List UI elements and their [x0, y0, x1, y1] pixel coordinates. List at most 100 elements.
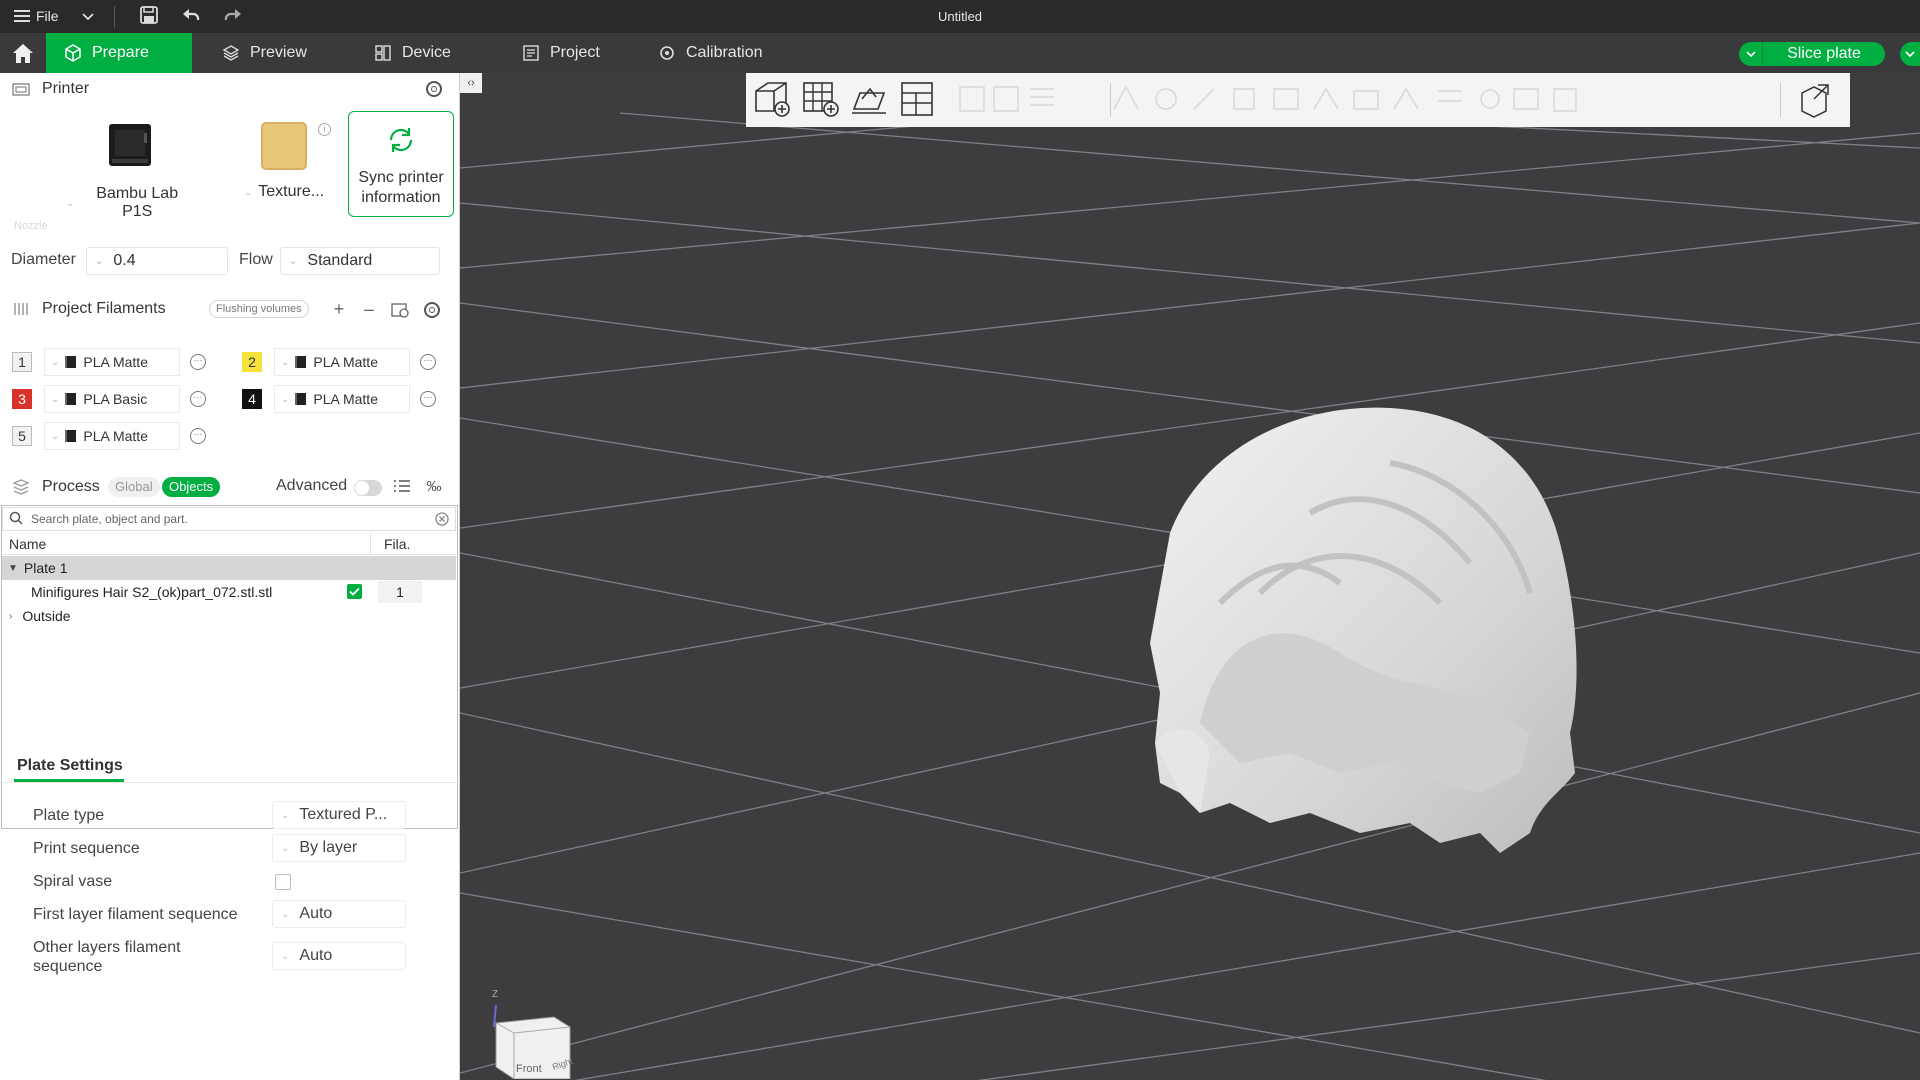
tab-calibration-label: Calibration — [686, 44, 763, 61]
filament-select-5[interactable]: ⌄ PLA Matte — [44, 422, 180, 450]
other-layers-sequence-label-line2: sequence — [33, 958, 103, 975]
advanced-label: Advanced — [276, 477, 348, 494]
filament-slot-5[interactable]: 5 ⌄ PLA Matte ⋯ — [12, 421, 206, 451]
process-icon — [12, 479, 30, 495]
filament-select-4[interactable]: ⌄ PLA Matte — [274, 385, 410, 413]
filament-slot-4[interactable]: 4 ⌄ PLA Matte ⋯ — [242, 384, 436, 414]
printer-image — [106, 121, 154, 169]
auto-orient-icon[interactable] — [848, 79, 890, 124]
printer-section-header: Printer — [0, 73, 460, 105]
other-layers-sequence-label-line1: Other layers filament — [33, 939, 181, 956]
chevron-down-icon: ⌄ — [66, 197, 75, 209]
tree-row-outside[interactable]: › Outside — [2, 604, 456, 628]
remove-filament-icon[interactable]: – — [360, 300, 378, 318]
first-layer-sequence-label: First layer filament sequence — [33, 906, 238, 923]
flow-value: Standard — [307, 252, 373, 269]
filament-sync-icon[interactable] — [390, 301, 410, 322]
chevron-down-icon: ⌄ — [281, 950, 290, 962]
object-search-field[interactable]: Search plate, object and part. — [2, 507, 456, 531]
filament-select-1[interactable]: ⌄ PLA Matte — [44, 348, 180, 376]
plate-type-selector[interactable]: i ⌄ Texture... — [234, 113, 334, 243]
chevron-down-icon: ⌄ — [51, 430, 60, 442]
add-plate-icon[interactable] — [800, 79, 842, 124]
sync-printer-button[interactable]: Sync printer information — [348, 111, 454, 217]
process-global-toggle[interactable]: Global — [108, 477, 160, 497]
more-options-icon[interactable]: ⋯ — [420, 354, 436, 370]
filament-settings-gear-icon[interactable] — [424, 302, 440, 318]
plate-image — [260, 121, 308, 170]
plate-type-select[interactable]: ⌄ Textured P... — [272, 801, 406, 829]
filament-select-3[interactable]: ⌄ PLA Basic — [44, 385, 180, 413]
tab-prepare[interactable]: Prepare — [46, 33, 192, 73]
advanced-toggle[interactable] — [354, 480, 382, 496]
disabled-tools-group — [959, 85, 1577, 112]
chevron-down-icon: ⌄ — [281, 908, 290, 920]
tab-device[interactable]: Device — [356, 33, 469, 73]
chevron-down-icon: ⌄ — [281, 842, 290, 854]
filament-slot-2[interactable]: 2 ⌄ PLA Matte ⋯ — [242, 347, 436, 377]
toolbar-divider — [1780, 83, 1781, 117]
cube-front-label: Front — [516, 1063, 542, 1075]
print-plate-button[interactable] — [1900, 42, 1920, 66]
tab-calibration[interactable]: Calibration — [640, 33, 780, 73]
view-navigation-cube[interactable]: Z Front Right — [480, 989, 574, 1080]
process-objects-toggle[interactable]: Objects — [162, 477, 221, 497]
filament-slot-1[interactable]: 1 ⌄ PLA Matte ⋯ — [12, 347, 206, 377]
filament-number-5: 5 — [12, 426, 32, 446]
filament-number-2: 2 — [242, 352, 262, 372]
diameter-value: 0.4 — [113, 252, 136, 269]
printer-settings-gear-icon[interactable] — [426, 81, 442, 97]
spool-icon — [295, 393, 307, 405]
hair-model[interactable] — [1060, 393, 1620, 913]
axis-z-label: Z — [492, 989, 499, 1000]
chevron-down-icon: ⌄ — [243, 186, 253, 198]
object-filament-select[interactable]: 1 — [378, 581, 422, 603]
main-nav: Prepare Preview Device Project Calibrati… — [0, 33, 1920, 73]
more-options-icon[interactable]: ⋯ — [190, 354, 206, 370]
chevron-down-icon[interactable] — [1739, 42, 1763, 66]
plate-type-value: Textured P... — [299, 806, 388, 823]
info-icon[interactable]: i — [318, 123, 331, 136]
chevron-down-icon[interactable]: ▼ — [8, 563, 18, 574]
filament-slot-3[interactable]: 3 ⌄ PLA Basic ⋯ — [12, 384, 206, 414]
chevron-down-icon: ⌄ — [95, 255, 104, 267]
filament-select-2[interactable]: ⌄ PLA Matte — [274, 348, 410, 376]
clear-search-icon[interactable] — [435, 512, 449, 529]
other-layers-sequence-select[interactable]: ⌄ Auto — [272, 942, 406, 970]
compare-icon[interactable]: ‰ — [424, 478, 444, 496]
flow-label: Flow — [239, 251, 273, 268]
diameter-select[interactable]: ⌄ 0.4 — [86, 247, 228, 275]
more-options-icon[interactable]: ⋯ — [190, 391, 206, 407]
tree-row-plate[interactable]: ▼ Plate 1 — [2, 556, 456, 580]
more-options-icon[interactable]: ⋯ — [190, 428, 206, 444]
printer-selector[interactable]: ⌄ Bambu Lab P1S — [66, 113, 194, 243]
plate-name: Texture... — [258, 183, 325, 200]
nozzle-label: Nozzle — [14, 220, 48, 232]
object-visible-checkbox[interactable] — [347, 584, 362, 599]
collapse-sidebar-button[interactable]: ‹› — [460, 73, 482, 93]
print-sequence-select[interactable]: ⌄ By layer — [272, 834, 406, 862]
flow-select[interactable]: ⌄ Standard — [280, 247, 440, 275]
tab-project[interactable]: Project — [504, 33, 618, 73]
calibration-icon — [658, 44, 676, 62]
add-object-icon[interactable] — [752, 79, 794, 124]
flushing-volumes-button[interactable]: Flushing volumes — [209, 300, 309, 318]
chevron-down-icon: ⌄ — [281, 809, 290, 821]
filament-name-5: PLA Matte — [83, 428, 148, 444]
plate-settings-tab[interactable]: Plate Settings — [17, 757, 123, 775]
filament-name-2: PLA Matte — [313, 354, 378, 370]
list-icon[interactable] — [392, 478, 412, 497]
arrange-icon[interactable] — [896, 79, 938, 124]
slice-plate-button[interactable]: Slice plate — [1739, 42, 1885, 66]
more-options-icon[interactable]: ⋯ — [420, 391, 436, 407]
tree-row-object[interactable]: Minifigures Hair S2_(ok)part_072.stl.stl… — [2, 580, 456, 604]
spiral-vase-checkbox[interactable] — [275, 874, 291, 890]
first-layer-sequence-select[interactable]: ⌄ Auto — [272, 900, 406, 928]
object-table-header: Name Fila. — [2, 533, 456, 555]
add-filament-icon[interactable]: + — [330, 300, 348, 318]
assembly-view-icon[interactable] — [1794, 79, 1836, 124]
home-icon[interactable] — [10, 41, 36, 65]
3d-viewport[interactable]: ‹› Z Front Right — [460, 73, 1920, 1080]
chevron-right-icon[interactable]: › — [9, 611, 12, 622]
tab-preview[interactable]: Preview — [204, 33, 325, 73]
